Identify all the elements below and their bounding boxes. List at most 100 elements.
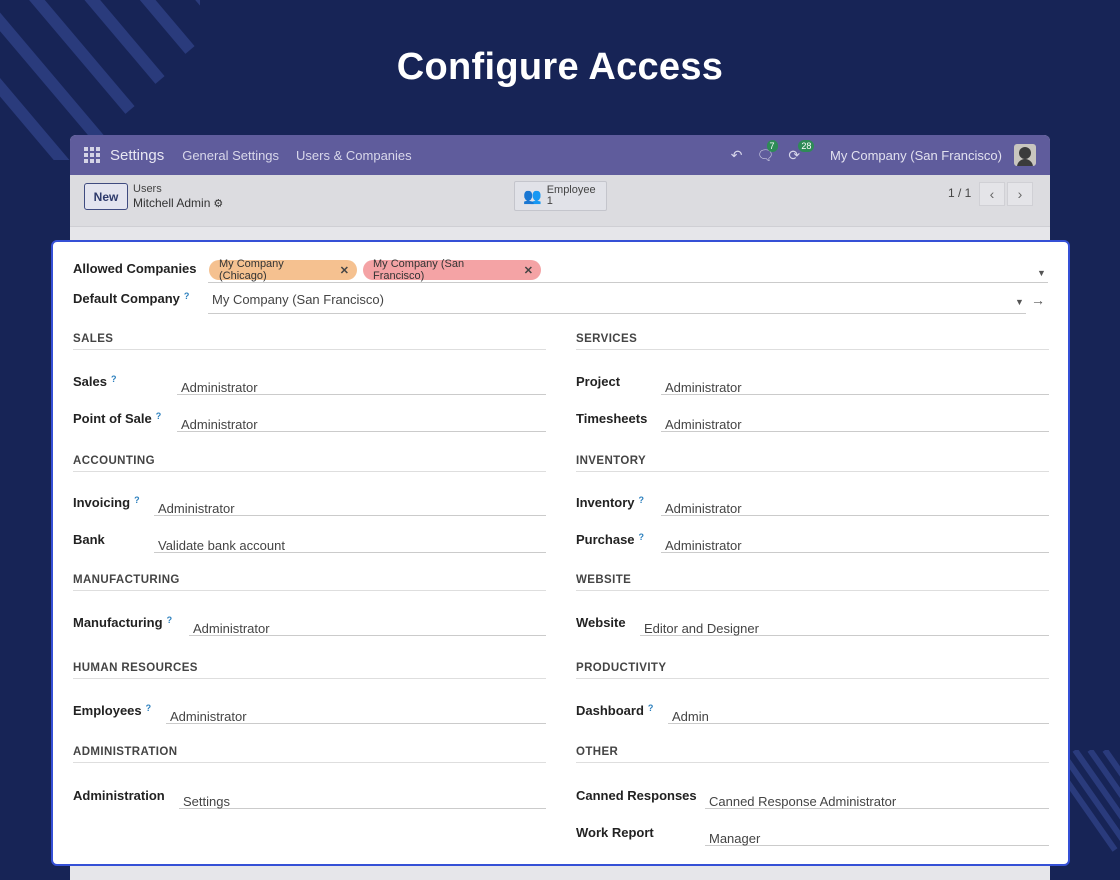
invoicing-label-text: Invoicing	[73, 495, 131, 510]
section-divider	[73, 471, 546, 472]
breadcrumb-current-label: Mitchell Admin	[133, 196, 211, 210]
dropdown-caret-icon[interactable]: ▼	[1037, 268, 1046, 278]
canned-responses-label: Canned Responses	[576, 788, 697, 803]
inventory-label-text: Inventory	[576, 495, 635, 510]
top-navbar: Settings General Settings Users & Compan…	[70, 135, 1050, 175]
help-icon[interactable]: ?	[639, 532, 645, 542]
section-divider	[576, 678, 1049, 679]
work-report-label: Work Report	[576, 825, 654, 840]
section-divider	[73, 762, 546, 763]
employee-smart-button[interactable]: 👥 Employee 1	[514, 181, 607, 211]
help-icon[interactable]: ?	[134, 495, 140, 505]
page-title: Configure Access	[396, 46, 724, 88]
gear-icon[interactable]: ⚙	[213, 198, 223, 210]
bank-label: Bank	[73, 532, 105, 547]
work-report-field[interactable]: Manager	[705, 822, 1049, 846]
internal-link-arrow-icon[interactable]: →	[1031, 292, 1045, 308]
timesheets-field[interactable]: Administrator	[661, 408, 1049, 432]
dashboard-field[interactable]: Admin	[668, 700, 1049, 724]
project-field[interactable]: Administrator	[661, 371, 1049, 395]
section-divider	[576, 471, 1049, 472]
reply-icon[interactable]: ↶	[731, 147, 743, 164]
tag-label: My Company (San Francisco)	[373, 258, 465, 282]
employees-label: Employees?	[73, 703, 151, 718]
section-divider	[73, 349, 546, 350]
default-company-label-text: Default Company	[73, 291, 180, 306]
bank-field[interactable]: Validate bank account	[154, 529, 546, 553]
manufacturing-field[interactable]: Administrator	[189, 612, 546, 636]
tag-label: My Company (Chicago)	[219, 258, 284, 282]
help-icon[interactable]: ?	[648, 703, 654, 713]
website-field[interactable]: Editor and Designer	[640, 612, 1049, 636]
breadcrumb-parent[interactable]: Users	[133, 183, 162, 195]
timesheets-label: Timesheets	[576, 411, 648, 426]
section-title-other: OTHER	[576, 746, 619, 758]
breadcrumb-current: Mitchell Admin ⚙	[133, 196, 223, 210]
activities-badge: 28	[798, 139, 815, 152]
sales-field[interactable]: Administrator	[177, 371, 546, 395]
default-company-label: Default Company?	[73, 291, 189, 306]
invoicing-field[interactable]: Administrator	[154, 492, 546, 516]
manufacturing-label-text: Manufacturing	[73, 615, 163, 630]
help-icon[interactable]: ?	[167, 615, 173, 625]
section-title-inventory: INVENTORY	[576, 455, 647, 467]
remove-tag-icon[interactable]: ✕	[340, 264, 349, 277]
user-avatar[interactable]	[1014, 144, 1036, 166]
control-panel: New Users Mitchell Admin ⚙ 👥 Employee 1 1…	[70, 175, 1050, 227]
company-switcher[interactable]: My Company (San Francisco)	[830, 148, 1002, 163]
manufacturing-label: Manufacturing?	[73, 615, 172, 630]
app-name[interactable]: Settings	[110, 147, 164, 164]
smart-button-count: 1	[546, 195, 553, 207]
section-divider	[576, 762, 1049, 763]
invoicing-label: Invoicing?	[73, 495, 140, 510]
sales-label-text: Sales	[73, 374, 107, 389]
dropdown-caret-icon[interactable]: ▼	[1015, 297, 1024, 307]
employees-label-text: Employees	[73, 703, 142, 718]
tag-company-chicago: My Company (Chicago) ✕	[209, 258, 357, 282]
help-icon[interactable]: ?	[146, 703, 152, 713]
section-title-manufacturing: MANUFACTURING	[73, 574, 180, 586]
section-title-website: WEBSITE	[576, 574, 632, 586]
point-of-sale-field[interactable]: Administrator	[177, 408, 546, 432]
purchase-field[interactable]: Administrator	[661, 529, 1049, 553]
dashboard-label-text: Dashboard	[576, 703, 644, 718]
messages-icon[interactable]: 🗨 7	[757, 139, 778, 164]
section-title-services: SERVICES	[576, 333, 638, 345]
section-title-accounting: ACCOUNTING	[73, 455, 155, 467]
menu-general-settings[interactable]: General Settings	[182, 148, 279, 163]
access-rights-card: Allowed Companies My Company (Chicago) ✕ …	[51, 240, 1070, 866]
menu-users-companies[interactable]: Users & Companies	[296, 148, 412, 163]
activity-clock-icon[interactable]: ⟳ 28	[788, 139, 815, 164]
administration-field[interactable]: Settings	[179, 785, 546, 809]
help-icon[interactable]: ?	[156, 411, 162, 421]
smart-button-label: Employee	[546, 184, 596, 196]
section-divider	[73, 678, 546, 679]
pager-next-button[interactable]: ›	[1007, 182, 1033, 206]
dashboard-label: Dashboard?	[576, 703, 653, 718]
inventory-label: Inventory?	[576, 495, 644, 510]
smart-button-text: Employee 1	[547, 185, 596, 207]
purchase-label: Purchase?	[576, 532, 644, 547]
inventory-field[interactable]: Administrator	[661, 492, 1049, 516]
help-icon[interactable]: ?	[184, 291, 190, 301]
users-icon: 👥	[523, 188, 542, 205]
pager-value[interactable]: 1 / 1	[948, 186, 971, 200]
section-title-productivity: PRODUCTIVITY	[576, 662, 667, 674]
employees-field[interactable]: Administrator	[166, 700, 546, 724]
purchase-label-text: Purchase	[576, 532, 635, 547]
pager-previous-button[interactable]: ‹	[979, 182, 1005, 206]
help-icon[interactable]: ?	[111, 374, 117, 384]
default-company-field[interactable]: My Company (San Francisco)	[208, 288, 1026, 314]
allowed-companies-label: Allowed Companies	[73, 261, 197, 276]
messages-badge: 7	[766, 139, 778, 152]
app-menu-icon[interactable]	[84, 147, 100, 163]
tag-company-san-francisco: My Company (San Francisco) ✕	[363, 258, 541, 282]
section-title-administration: ADMINISTRATION	[73, 746, 178, 758]
canned-responses-field[interactable]: Canned Response Administrator	[705, 785, 1049, 809]
help-icon[interactable]: ?	[639, 495, 645, 505]
administration-label: Administration	[73, 788, 165, 803]
section-divider	[576, 590, 1049, 591]
remove-tag-icon[interactable]: ✕	[524, 264, 533, 277]
new-button[interactable]: New	[84, 183, 128, 210]
section-title-sales: SALES	[73, 333, 114, 345]
